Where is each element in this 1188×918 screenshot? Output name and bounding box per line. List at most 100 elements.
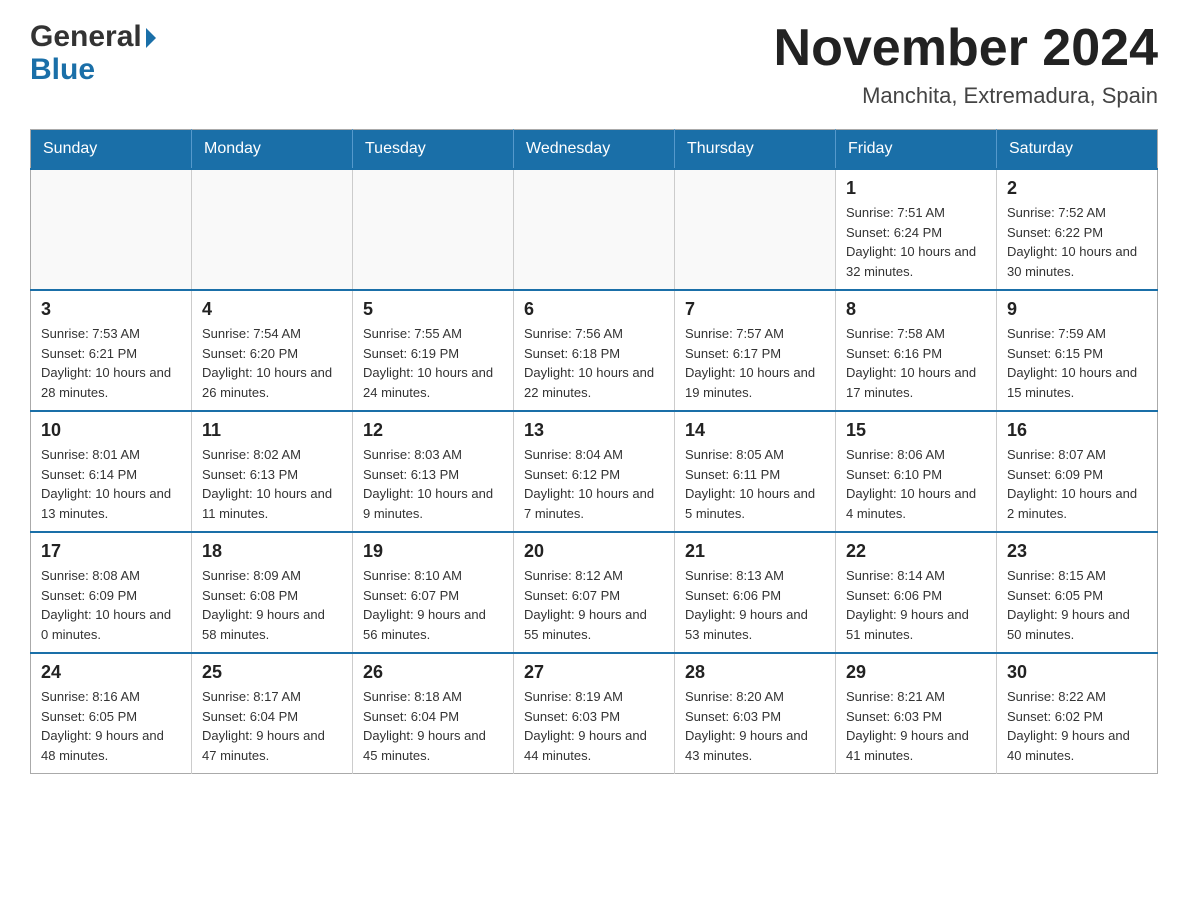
calendar-body: 1 Sunrise: 7:51 AM Sunset: 6:24 PM Daylig… bbox=[31, 169, 1158, 774]
calendar-cell: 5Sunrise: 7:55 AM Sunset: 6:19 PM Daylig… bbox=[353, 290, 514, 411]
day-info: Sunrise: 8:10 AM Sunset: 6:07 PM Dayligh… bbox=[363, 566, 503, 644]
calendar-cell: 18 Sunrise: 8:09 AM Sunset: 6:08 PM Dayli… bbox=[192, 532, 353, 653]
calendar-cell: 24 Sunrise: 8:16 AM Sunset: 6:05 PM Dayli… bbox=[31, 653, 192, 774]
calendar-cell bbox=[675, 169, 836, 290]
day-number: 28 bbox=[685, 662, 825, 683]
day-number: 8 bbox=[846, 299, 986, 320]
day-info: Sunrise: 8:20 AM Sunset: 6:03 PM Dayligh… bbox=[685, 687, 825, 765]
day-number: 7 bbox=[685, 299, 825, 320]
calendar-week-row-4: 17 Sunrise: 8:08 AM Sunset: 6:09 PM Dayli… bbox=[31, 532, 1158, 653]
day-number: 23 bbox=[1007, 541, 1147, 562]
calendar-cell: 29 Sunrise: 8:21 AM Sunset: 6:03 PM Dayli… bbox=[836, 653, 997, 774]
calendar-cell bbox=[31, 169, 192, 290]
logo-blue-text: Blue bbox=[30, 53, 156, 86]
calendar-cell: 4 Sunrise: 7:54 AM Sunset: 6:20 PM Daylig… bbox=[192, 290, 353, 411]
day-info: Sunrise: 7:52 AM Sunset: 6:22 PM Dayligh… bbox=[1007, 203, 1147, 281]
day-info: Sunrise: 7:56 AM Sunset: 6:18 PM Dayligh… bbox=[524, 324, 664, 402]
calendar-title-section: November 2024 Manchita, Extremadura, Spa… bbox=[774, 20, 1158, 109]
calendar-title: November 2024 bbox=[774, 20, 1158, 77]
calendar-cell: 11 Sunrise: 8:02 AM Sunset: 6:13 PM Dayli… bbox=[192, 411, 353, 532]
day-number: 15 bbox=[846, 420, 986, 441]
day-number: 14 bbox=[685, 420, 825, 441]
calendar-week-row-2: 3 Sunrise: 7:53 AM Sunset: 6:21 PM Daylig… bbox=[31, 290, 1158, 411]
day-info: Sunrise: 8:01 AM Sunset: 6:14 PM Dayligh… bbox=[41, 445, 181, 523]
col-header-sunday: Sunday bbox=[31, 130, 192, 170]
calendar-week-row-5: 24 Sunrise: 8:16 AM Sunset: 6:05 PM Dayli… bbox=[31, 653, 1158, 774]
calendar-cell: 6 Sunrise: 7:56 AM Sunset: 6:18 PM Daylig… bbox=[514, 290, 675, 411]
calendar-cell: 7Sunrise: 7:57 AM Sunset: 6:17 PM Daylig… bbox=[675, 290, 836, 411]
day-number: 10 bbox=[41, 420, 181, 441]
day-number: 25 bbox=[202, 662, 342, 683]
day-info: Sunrise: 8:17 AM Sunset: 6:04 PM Dayligh… bbox=[202, 687, 342, 765]
calendar-week-row-3: 10 Sunrise: 8:01 AM Sunset: 6:14 PM Dayli… bbox=[31, 411, 1158, 532]
calendar-header-row: Sunday Monday Tuesday Wednesday Thursday… bbox=[31, 130, 1158, 170]
col-header-saturday: Saturday bbox=[997, 130, 1158, 170]
day-number: 24 bbox=[41, 662, 181, 683]
day-number: 29 bbox=[846, 662, 986, 683]
day-info: Sunrise: 7:54 AM Sunset: 6:20 PM Dayligh… bbox=[202, 324, 342, 402]
day-info: Sunrise: 7:55 AM Sunset: 6:19 PM Dayligh… bbox=[363, 324, 503, 402]
day-info: Sunrise: 8:05 AM Sunset: 6:11 PM Dayligh… bbox=[685, 445, 825, 523]
day-number: 26 bbox=[363, 662, 503, 683]
day-info: Sunrise: 8:15 AM Sunset: 6:05 PM Dayligh… bbox=[1007, 566, 1147, 644]
calendar-cell: 30 Sunrise: 8:22 AM Sunset: 6:02 PM Dayli… bbox=[997, 653, 1158, 774]
day-info: Sunrise: 8:02 AM Sunset: 6:13 PM Dayligh… bbox=[202, 445, 342, 523]
day-number: 30 bbox=[1007, 662, 1147, 683]
calendar-cell: 28 Sunrise: 8:20 AM Sunset: 6:03 PM Dayli… bbox=[675, 653, 836, 774]
day-number: 27 bbox=[524, 662, 664, 683]
day-info: Sunrise: 8:21 AM Sunset: 6:03 PM Dayligh… bbox=[846, 687, 986, 765]
day-number: 11 bbox=[202, 420, 342, 441]
calendar-cell bbox=[353, 169, 514, 290]
day-number: 20 bbox=[524, 541, 664, 562]
day-info: Sunrise: 7:59 AM Sunset: 6:15 PM Dayligh… bbox=[1007, 324, 1147, 402]
calendar-cell: 13 Sunrise: 8:04 AM Sunset: 6:12 PM Dayli… bbox=[514, 411, 675, 532]
calendar-cell: 27 Sunrise: 8:19 AM Sunset: 6:03 PM Dayli… bbox=[514, 653, 675, 774]
day-info: Sunrise: 8:14 AM Sunset: 6:06 PM Dayligh… bbox=[846, 566, 986, 644]
col-header-tuesday: Tuesday bbox=[353, 130, 514, 170]
day-info: Sunrise: 8:06 AM Sunset: 6:10 PM Dayligh… bbox=[846, 445, 986, 523]
day-number: 3 bbox=[41, 299, 181, 320]
calendar-cell bbox=[514, 169, 675, 290]
day-info: Sunrise: 7:51 AM Sunset: 6:24 PM Dayligh… bbox=[846, 203, 986, 281]
day-info: Sunrise: 8:09 AM Sunset: 6:08 PM Dayligh… bbox=[202, 566, 342, 644]
day-info: Sunrise: 7:53 AM Sunset: 6:21 PM Dayligh… bbox=[41, 324, 181, 402]
calendar-cell: 23 Sunrise: 8:15 AM Sunset: 6:05 PM Dayli… bbox=[997, 532, 1158, 653]
day-number: 12 bbox=[363, 420, 503, 441]
logo-general-text: General bbox=[30, 20, 142, 53]
day-number: 13 bbox=[524, 420, 664, 441]
day-number: 19 bbox=[363, 541, 503, 562]
day-info: Sunrise: 8:04 AM Sunset: 6:12 PM Dayligh… bbox=[524, 445, 664, 523]
calendar-cell: 15 Sunrise: 8:06 AM Sunset: 6:10 PM Dayli… bbox=[836, 411, 997, 532]
day-info: Sunrise: 8:07 AM Sunset: 6:09 PM Dayligh… bbox=[1007, 445, 1147, 523]
day-info: Sunrise: 8:12 AM Sunset: 6:07 PM Dayligh… bbox=[524, 566, 664, 644]
calendar-cell: 22Sunrise: 8:14 AM Sunset: 6:06 PM Dayli… bbox=[836, 532, 997, 653]
day-info: Sunrise: 8:16 AM Sunset: 6:05 PM Dayligh… bbox=[41, 687, 181, 765]
day-number: 6 bbox=[524, 299, 664, 320]
day-number: 4 bbox=[202, 299, 342, 320]
calendar-cell: 9 Sunrise: 7:59 AM Sunset: 6:15 PM Daylig… bbox=[997, 290, 1158, 411]
calendar-subtitle: Manchita, Extremadura, Spain bbox=[774, 83, 1158, 109]
day-info: Sunrise: 8:08 AM Sunset: 6:09 PM Dayligh… bbox=[41, 566, 181, 644]
day-info: Sunrise: 8:22 AM Sunset: 6:02 PM Dayligh… bbox=[1007, 687, 1147, 765]
col-header-friday: Friday bbox=[836, 130, 997, 170]
calendar-cell: 14 Sunrise: 8:05 AM Sunset: 6:11 PM Dayli… bbox=[675, 411, 836, 532]
day-number: 9 bbox=[1007, 299, 1147, 320]
calendar-table: Sunday Monday Tuesday Wednesday Thursday… bbox=[30, 129, 1158, 774]
calendar-cell: 21Sunrise: 8:13 AM Sunset: 6:06 PM Dayli… bbox=[675, 532, 836, 653]
col-header-monday: Monday bbox=[192, 130, 353, 170]
day-number: 17 bbox=[41, 541, 181, 562]
day-number: 1 bbox=[846, 178, 986, 199]
col-header-wednesday: Wednesday bbox=[514, 130, 675, 170]
day-info: Sunrise: 8:18 AM Sunset: 6:04 PM Dayligh… bbox=[363, 687, 503, 765]
day-number: 18 bbox=[202, 541, 342, 562]
calendar-cell: 16Sunrise: 8:07 AM Sunset: 6:09 PM Dayli… bbox=[997, 411, 1158, 532]
day-info: Sunrise: 8:03 AM Sunset: 6:13 PM Dayligh… bbox=[363, 445, 503, 523]
col-header-thursday: Thursday bbox=[675, 130, 836, 170]
calendar-cell: 10 Sunrise: 8:01 AM Sunset: 6:14 PM Dayli… bbox=[31, 411, 192, 532]
logo-triangle-icon bbox=[146, 28, 156, 48]
calendar-cell: 17 Sunrise: 8:08 AM Sunset: 6:09 PM Dayli… bbox=[31, 532, 192, 653]
day-info: Sunrise: 8:19 AM Sunset: 6:03 PM Dayligh… bbox=[524, 687, 664, 765]
day-info: Sunrise: 7:58 AM Sunset: 6:16 PM Dayligh… bbox=[846, 324, 986, 402]
calendar-cell: 26 Sunrise: 8:18 AM Sunset: 6:04 PM Dayli… bbox=[353, 653, 514, 774]
calendar-cell: 12 Sunrise: 8:03 AM Sunset: 6:13 PM Dayli… bbox=[353, 411, 514, 532]
